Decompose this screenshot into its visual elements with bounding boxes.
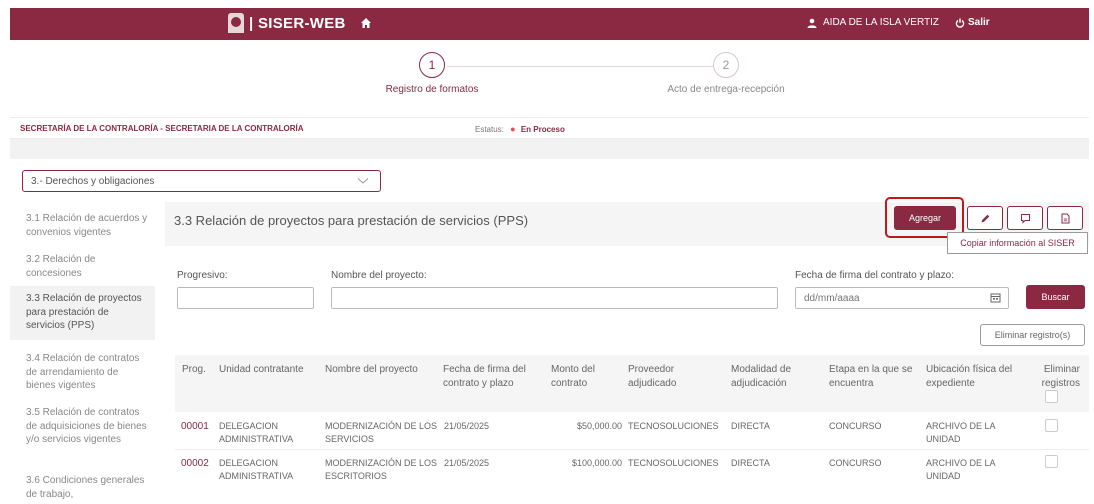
row-delete-checkbox[interactable] xyxy=(1045,419,1058,432)
delete-records-button[interactable]: Eliminar registro(s) xyxy=(980,324,1085,346)
department-name: SECRETARÍA DE LA CONTRALORÍA - SECRETARI… xyxy=(20,124,304,133)
brand[interactable]: | SISER-WEB xyxy=(228,13,346,33)
logout-button[interactable]: Salir xyxy=(955,17,990,28)
home-icon[interactable] xyxy=(360,17,372,29)
sidebar-item-arrendamiento[interactable]: 3.4 Relación de contratos de arrendamien… xyxy=(10,346,155,399)
copy-to-siser-button[interactable]: Copiar información al SISER xyxy=(947,232,1088,254)
row-ubicacion: ARCHIVO DE LA UNIDAD xyxy=(926,421,996,444)
column-header-monto: Monto del contrato xyxy=(551,364,595,389)
row-fecha: 21/05/2025 xyxy=(444,421,490,431)
status-bar: SECRETARÍA DE LA CONTRALORÍA - SECRETARI… xyxy=(10,117,1089,139)
fecha-label: Fecha de firma del contrato y plazo: xyxy=(795,270,954,281)
column-header-ubicacion: Ubicación física del expediente xyxy=(926,364,1013,389)
row-etapa: CONCURSO xyxy=(829,458,882,468)
logout-label: Salir xyxy=(967,17,990,28)
edit-button[interactable] xyxy=(967,206,1003,230)
sidebar-item-concesiones[interactable]: 3.2 Relación de concesiones xyxy=(10,247,155,286)
pdf-file-icon xyxy=(1061,213,1069,223)
row-modalidad: DIRECTA xyxy=(731,421,770,431)
status-dot-icon: ● xyxy=(510,124,516,134)
section-select[interactable]: 3.- Derechos y obligaciones xyxy=(22,170,381,192)
row-divider xyxy=(175,449,1089,450)
comment-button[interactable] xyxy=(1007,206,1043,230)
calendar-icon[interactable] xyxy=(990,292,1001,303)
column-header-unidad: Unidad contratante xyxy=(219,364,304,375)
row-modalidad: DIRECTA xyxy=(731,458,770,468)
step-number: 1 xyxy=(419,52,445,78)
sidebar-item-pps[interactable]: 3.3 Relación de proyectos para prestació… xyxy=(10,286,155,340)
row-monto: $50,000.00 xyxy=(576,421,622,431)
select-all-checkbox[interactable] xyxy=(1045,390,1058,403)
sidebar-item-condiciones[interactable]: 3.6 Condiciones generales de trabajo, xyxy=(10,468,155,504)
row-prog-link[interactable]: 00002 xyxy=(181,457,209,471)
sidebar-item-acuerdos[interactable]: 3.1 Relación de acuerdos y convenios vig… xyxy=(10,206,155,245)
row-fecha: 21/05/2025 xyxy=(444,458,490,468)
status-value: En Proceso xyxy=(520,125,565,134)
column-header-fecha: Fecha de firma del contrato y plazo xyxy=(443,364,526,389)
row-proveedor: TECNOSOLUCIONES xyxy=(628,458,719,468)
nombre-proyecto-input[interactable] xyxy=(331,287,778,309)
step-label: Acto de entrega-recepción xyxy=(667,84,785,95)
step-number: 2 xyxy=(713,52,739,78)
sidebar: 3.1 Relación de acuerdos y convenios vig… xyxy=(10,202,155,504)
power-icon xyxy=(955,18,965,28)
row-proveedor: TECNOSOLUCIONES xyxy=(628,421,719,431)
status-label: Estatus: xyxy=(475,125,504,134)
row-ubicacion: ARCHIVO DE LA UNIDAD xyxy=(926,458,996,481)
row-delete-checkbox[interactable] xyxy=(1045,455,1058,468)
status-indicator: Estatus: ● En Proceso xyxy=(475,124,565,134)
column-header-etapa: Etapa en la que se encuentra xyxy=(829,364,913,389)
step-registro[interactable]: 1 Registro de formatos xyxy=(362,52,502,95)
progresivo-label: Progresivo: xyxy=(177,270,228,281)
add-button[interactable]: Agregar xyxy=(894,206,956,230)
row-monto: $100,000.00 xyxy=(571,458,622,468)
column-header-modalidad: Modalidad de adjudicación xyxy=(731,364,792,389)
column-header-nombre: Nombre del proyecto xyxy=(325,364,418,375)
step-label: Registro de formatos xyxy=(385,84,479,95)
nombre-proyecto-label: Nombre del proyecto: xyxy=(331,270,427,281)
app-name: | SISER-WEB xyxy=(249,14,346,32)
progresivo-input[interactable] xyxy=(177,287,314,309)
column-header-proveedor: Proveedor adjudicado xyxy=(628,364,677,389)
row-nombre: MODERNIZACIÓN DE LOS SERVICIOS xyxy=(325,421,438,444)
user-name: AIDA DE LA ISLA VERTIZ xyxy=(823,17,939,28)
column-header-prog: Prog. xyxy=(182,364,206,375)
chevron-down-icon xyxy=(357,178,369,184)
search-button[interactable]: Buscar xyxy=(1026,285,1085,309)
sidebar-item-adquisiciones[interactable]: 3.5 Relación de contratos de adquisicion… xyxy=(10,400,155,453)
user-icon xyxy=(807,18,817,28)
row-unidad: DELEGACION ADMINISTRATIVA xyxy=(219,421,294,444)
row-nombre: MODERNIZACIÓN DE LOS ESCRITORIOS xyxy=(325,458,438,481)
row-unidad: DELEGACION ADMINISTRATIVA xyxy=(219,458,294,481)
user-area: AIDA DE LA ISLA VERTIZ Salir xyxy=(807,17,990,28)
divider-band xyxy=(10,139,1089,159)
fecha-input[interactable] xyxy=(795,287,1009,309)
section-select-value: 3.- Derechos y obligaciones xyxy=(31,176,155,187)
page-title: 3.3 Relación de proyectos para prestació… xyxy=(174,213,529,228)
pdf-button[interactable] xyxy=(1047,206,1083,230)
column-header-eliminar: Eliminar registros xyxy=(1041,364,1080,389)
step-acto[interactable]: 2 Acto de entrega-recepción xyxy=(646,52,806,95)
top-navbar: | SISER-WEB AIDA DE LA ISLA VERTIZ Salir xyxy=(10,8,1089,40)
progress-stepper: 1 Registro de formatos 2 Acto de entrega… xyxy=(10,40,1089,110)
government-seal-icon xyxy=(228,13,244,33)
row-prog-link[interactable]: 00001 xyxy=(181,420,209,434)
comment-icon xyxy=(1020,213,1030,224)
row-etapa: CONCURSO xyxy=(829,421,882,431)
pencil-icon xyxy=(981,214,989,222)
